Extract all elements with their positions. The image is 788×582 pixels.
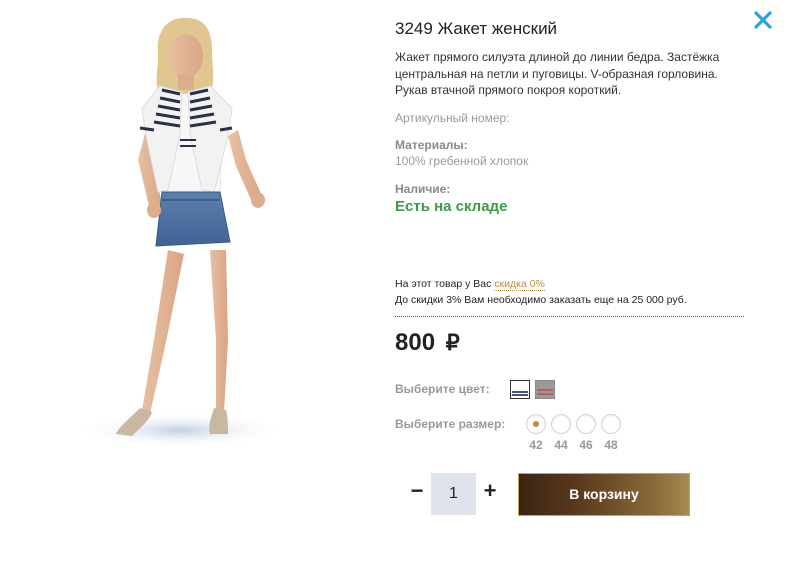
size-radio-46[interactable] [576,414,596,434]
close-icon[interactable] [752,9,774,31]
color-label: Выберите цвет: [395,382,490,396]
materials-value: 100% гребенной хлопок [395,154,529,168]
product-title: 3249 Жакет женский [395,19,558,38]
product-description: Жакет прямого силуэта длиной до линии бе… [395,50,720,97]
product-image [70,10,290,450]
discount-prefix: На этот товар у Вас [395,278,492,290]
price-currency: ₽ [445,330,460,355]
price: 800 ₽ [395,329,460,357]
quantity-decrease-button[interactable]: − [407,479,427,503]
size-label: Выберите размер: [395,417,506,431]
materials-label: Материалы: [395,138,468,152]
divider [395,316,744,317]
size-label-46: 46 [579,438,593,452]
discount-line-1: На этот товар у Вас скидка 0% [395,277,687,293]
color-swatch-grey-red[interactable] [535,380,555,399]
quantity-increase-button[interactable]: + [480,479,500,503]
availability-label: Наличие: [395,182,451,196]
color-swatch-white-navy[interactable] [510,380,530,399]
quantity-input[interactable] [431,473,476,515]
size-radio-42[interactable] [526,414,546,434]
discount-info: На этот товар у Вас скидка 0% До скидки … [395,277,687,308]
discount-line-2: До скидки 3% Вам необходимо заказать еще… [395,293,687,306]
size-radio-48[interactable] [601,414,621,434]
size-label-48: 48 [604,438,618,452]
discount-link[interactable]: скидка 0% [494,278,545,291]
availability-value: Есть на складе [395,198,508,215]
size-label-42: 42 [529,438,543,452]
size-radio-44[interactable] [551,414,571,434]
size-label-44: 44 [554,438,568,452]
add-to-cart-button[interactable]: В корзину [518,473,690,516]
price-value: 800 [395,329,436,356]
article-label: Артикульный номер: [395,111,510,125]
